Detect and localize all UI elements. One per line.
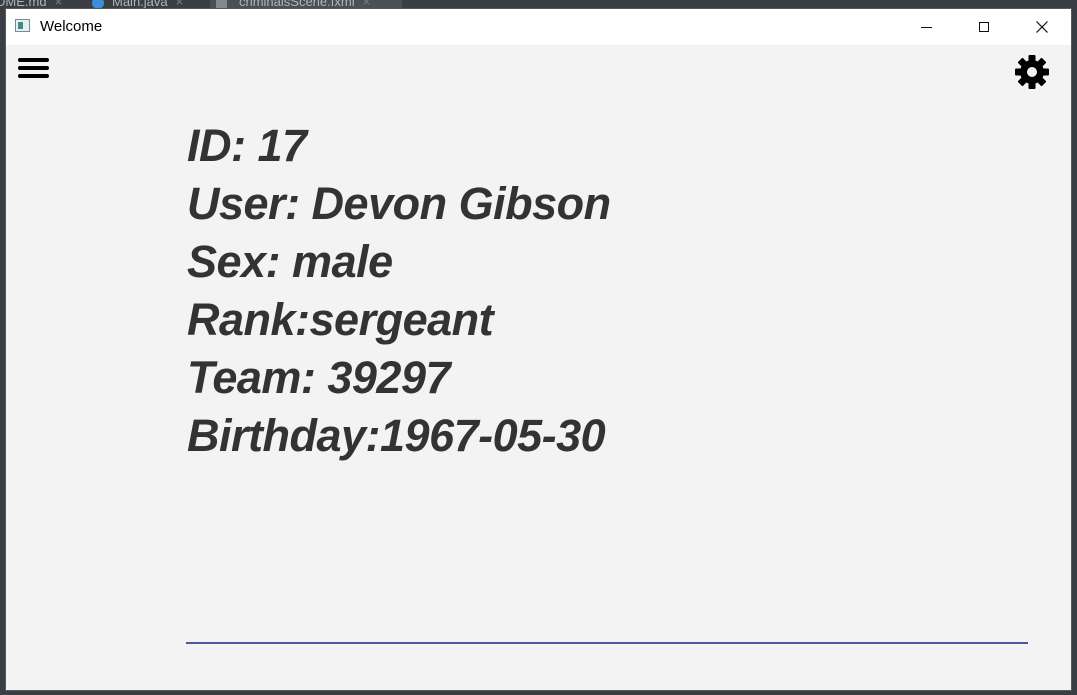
settings-button[interactable] (1013, 53, 1051, 91)
profile-rank: Rank:sergeant (187, 294, 494, 345)
hamburger-bar (18, 66, 49, 70)
maximize-icon (979, 22, 989, 32)
app-icon (15, 19, 30, 32)
title-bar[interactable]: Welcome (6, 9, 1071, 45)
minimize-icon (920, 26, 932, 28)
profile-sex: Sex: male (187, 236, 393, 287)
menu-button[interactable] (18, 57, 50, 79)
profile-id: ID: 17 (187, 120, 307, 171)
minimize-button[interactable] (897, 9, 955, 45)
close-icon (1036, 21, 1048, 33)
hamburger-bar (18, 74, 49, 78)
divider-line (186, 642, 1028, 644)
close-button[interactable] (1013, 9, 1071, 45)
maximize-button[interactable] (955, 9, 1013, 45)
profile-team: Team: 39297 (187, 352, 451, 403)
profile-user: User: Devon Gibson (187, 178, 611, 229)
main-content: ID: 17 User: Devon Gibson Sex: male Rank… (6, 45, 1071, 690)
hamburger-menu-icon (18, 58, 49, 62)
window-title: Welcome (40, 18, 103, 35)
profile-info: ID: 17 User: Devon Gibson Sex: male Rank… (187, 117, 611, 465)
welcome-window: Welcome ID: 17 User: Devon Gibson Sex: m… (5, 8, 1072, 691)
profile-birthday: Birthday:1967-05-30 (187, 410, 606, 461)
